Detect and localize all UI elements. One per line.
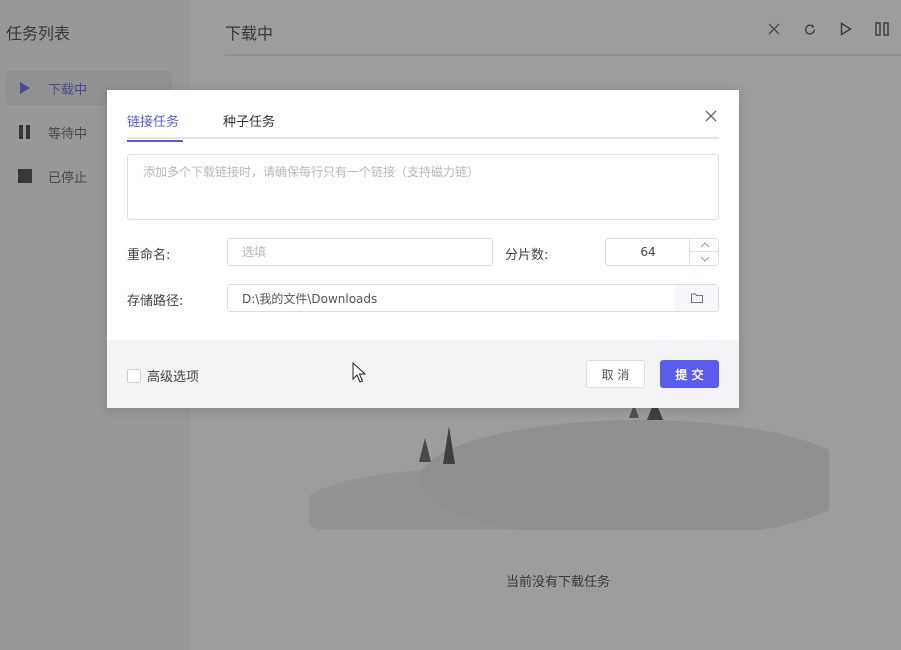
submit-button[interactable]: 提 交 bbox=[660, 360, 719, 388]
tab-link-task[interactable]: 链接任务 bbox=[127, 111, 183, 142]
split-value[interactable]: 64 bbox=[606, 239, 690, 265]
path-label: 存储路径: bbox=[127, 294, 184, 309]
urls-textarea[interactable] bbox=[127, 154, 719, 220]
chevron-down-icon[interactable] bbox=[690, 252, 719, 265]
advanced-checkbox[interactable] bbox=[127, 368, 141, 383]
tab-label: 种子任务 bbox=[223, 115, 276, 130]
dialog-tabs: 链接任务 种子任务 bbox=[127, 108, 719, 142]
tab-label: 链接任务 bbox=[127, 115, 180, 130]
path-input[interactable] bbox=[227, 284, 676, 312]
chevron-up-icon[interactable] bbox=[690, 239, 719, 252]
tab-torrent-task[interactable]: 种子任务 bbox=[223, 111, 275, 140]
rename-input[interactable] bbox=[227, 238, 493, 266]
stepper-controls bbox=[689, 239, 719, 265]
advanced-options-toggle[interactable]: 高级选项 bbox=[127, 366, 199, 385]
dialog-close-icon[interactable] bbox=[705, 110, 719, 124]
active-tab-indicator bbox=[127, 140, 183, 142]
advanced-label: 高级选项 bbox=[147, 370, 200, 385]
folder-button[interactable] bbox=[675, 284, 719, 312]
add-task-dialog: 链接任务 种子任务 重命名: 分片数: 64 存储路径: 高级选项 bbox=[107, 90, 739, 408]
split-label: 分片数: bbox=[505, 248, 549, 263]
dialog-footer: 高级选项 取 消 提 交 bbox=[107, 340, 739, 408]
split-stepper[interactable]: 64 bbox=[605, 238, 719, 266]
rename-label: 重命名: bbox=[127, 248, 171, 263]
folder-icon bbox=[690, 293, 703, 303]
mouse-cursor-icon bbox=[352, 362, 366, 383]
cancel-button[interactable]: 取 消 bbox=[586, 360, 645, 388]
